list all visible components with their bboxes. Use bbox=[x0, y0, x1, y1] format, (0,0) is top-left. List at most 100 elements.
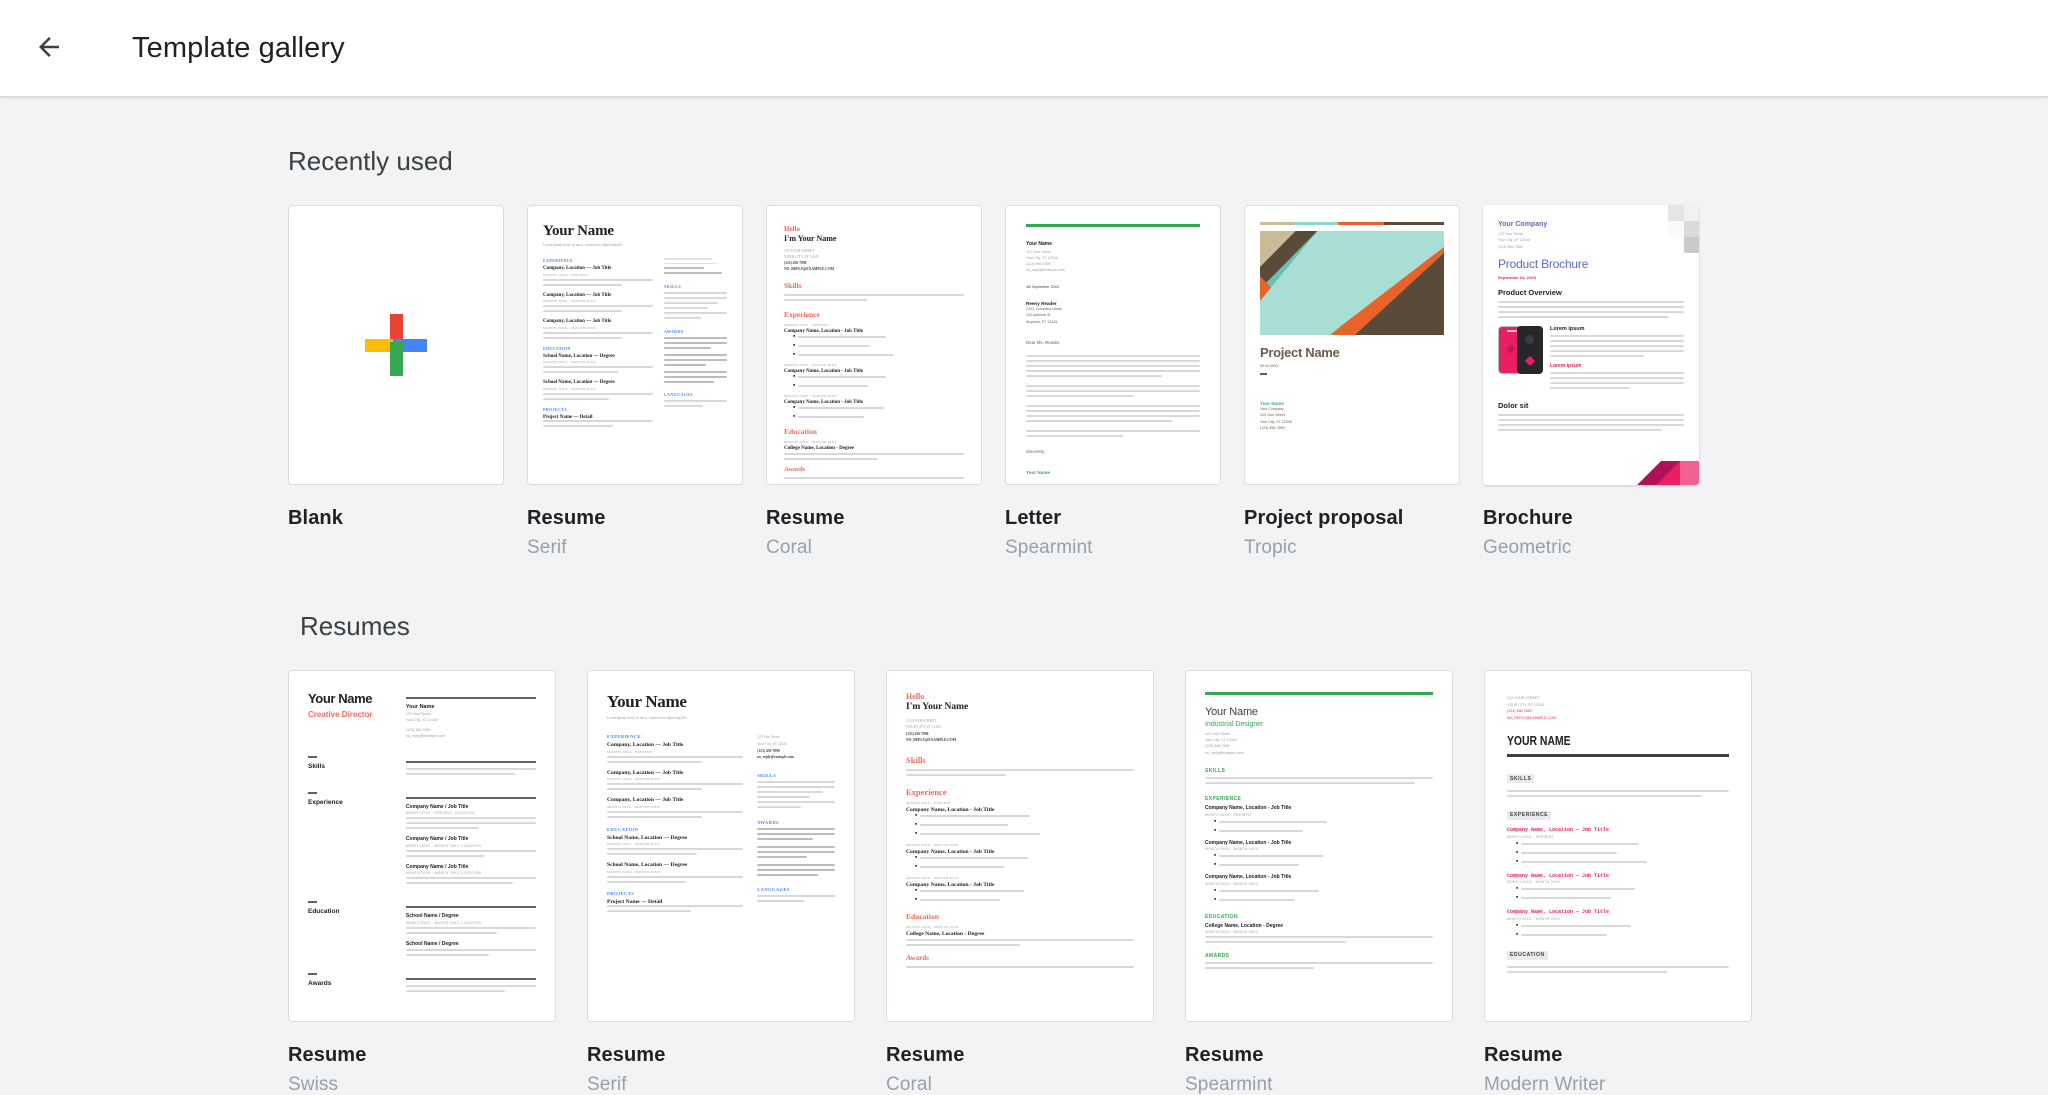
template-thumbnail-resume-modern-writer[interactable]: 123 YOUR STREET YOUR CITY, ST 12345 (123… bbox=[1484, 670, 1752, 1022]
thumb-section-projects: PROJECTS bbox=[543, 406, 568, 412]
template-card-resume-serif[interactable]: Your Name Lorem ipsum dolor sit amet, co… bbox=[527, 205, 743, 559]
template-card-resume-swiss[interactable]: Your Name Creative Director Your Name 12… bbox=[288, 670, 556, 1095]
template-name: Resume bbox=[527, 507, 606, 529]
template-card-resume-coral[interactable]: Hello I'm Your Name 123 YOUR STREET YOUR… bbox=[766, 205, 982, 559]
template-subtitle: Coral bbox=[766, 537, 812, 558]
plus-icon bbox=[365, 314, 427, 376]
thumb-date: MONTH 20XX - MONTH 20XX bbox=[1507, 880, 1561, 885]
thumb-section-skills: Skills bbox=[784, 281, 802, 291]
thumb-entry: Company, Location — Job Title bbox=[543, 292, 612, 298]
page-title: Template gallery bbox=[132, 31, 345, 64]
template-thumbnail-resume-coral-2[interactable]: Hello I'm Your Name 123 YOUR STREET YOUR… bbox=[886, 670, 1154, 1022]
template-row-recently-used: Blank Your Name Lorem ipsum dolor sit am… bbox=[288, 205, 2048, 559]
thumb-sincerely: Sincerely, bbox=[1026, 449, 1045, 455]
template-subtitle: Tropic bbox=[1244, 537, 1297, 558]
thumb-entry: Company, Location — Job Title bbox=[543, 319, 612, 325]
template-card-blank[interactable]: Blank bbox=[288, 205, 504, 559]
template-card-brochure-geometric[interactable]: Your Company 123 Your Street Your City, … bbox=[1483, 205, 1699, 559]
template-subtitle: Coral bbox=[886, 1074, 932, 1095]
thumb-name: YOUR NAME bbox=[1507, 732, 1571, 748]
thumb-date: MONTH 20XX - PRESENT bbox=[607, 749, 653, 754]
template-thumbnail-blank[interactable] bbox=[288, 205, 504, 485]
thumb-project-name: Project Name bbox=[1260, 345, 1340, 360]
thumb-date: September 04, 20XX bbox=[1498, 275, 1537, 281]
thumb-date: MONTH 20XX - PRESENT bbox=[784, 323, 830, 328]
thumb-entry: School Name, Location — Degree bbox=[607, 862, 688, 869]
template-thumbnail-project-proposal-tropic[interactable]: Project Name 09.04.20XX Your Name Your C… bbox=[1244, 205, 1460, 485]
thumb-entry: School Name / Degree bbox=[405, 913, 459, 920]
template-card-resume-spearmint[interactable]: Your Name Industrial Designer 123 Your S… bbox=[1185, 670, 1453, 1095]
thumb-section-education: EDUCATION bbox=[543, 345, 571, 351]
corner-decoration bbox=[1637, 205, 1699, 267]
template-thumbnail-resume-serif[interactable]: Your Name Lorem ipsum dolor sit amet, co… bbox=[527, 205, 743, 485]
template-card-letter-spearmint[interactable]: Your Name 123 Your Street Your City, ST … bbox=[1005, 205, 1221, 559]
thumb-date: MONTH 20XX - PRESENT, LOCATION bbox=[405, 811, 475, 816]
thumb-salutation: Dear Ms. Reader, bbox=[1026, 340, 1061, 346]
thumb-signature: Your Name bbox=[1026, 470, 1050, 476]
template-name: Project proposal bbox=[1244, 507, 1404, 529]
thumb-email: NO_REPLY@EXAMPLE.COM bbox=[1507, 715, 1556, 720]
template-card-resume-coral-2[interactable]: Hello I'm Your Name 123 YOUR STREET YOUR… bbox=[886, 670, 1154, 1095]
thumb-email: no_reply@example.com bbox=[757, 755, 795, 760]
thumb-date: MONTH 20XX - MONTH 20XX bbox=[906, 875, 959, 880]
thumb-entry: College Name, Location - Degree bbox=[784, 446, 855, 452]
thumb-date: MONTH 20XX - MONTH 20XX bbox=[784, 394, 837, 399]
geometric-artwork bbox=[1260, 231, 1444, 335]
template-card-project-proposal-tropic[interactable]: Project Name 09.04.20XX Your Name Your C… bbox=[1244, 205, 1460, 559]
template-subtitle: Geometric bbox=[1483, 537, 1572, 558]
thumb-date: MONTH 20XX - MONTH 20XX bbox=[607, 804, 660, 809]
thumb-hello: Hello bbox=[906, 692, 925, 701]
thumb-section-awards: Awards bbox=[308, 979, 332, 987]
thumb-entry: College Name, Location - Degree bbox=[1205, 922, 1284, 929]
template-thumbnail-brochure-geometric[interactable]: Your Company 123 Your Street Your City, … bbox=[1483, 205, 1699, 485]
thumb-section-awards: AWARDS bbox=[1205, 953, 1230, 960]
thumb-role: Industrial Designer bbox=[1205, 720, 1264, 728]
thumb-role: Creative Director bbox=[308, 710, 373, 720]
template-thumbnail-resume-serif-2[interactable]: Your Name Lorem ipsum dolor sit amet, co… bbox=[587, 670, 855, 1022]
template-name: Resume bbox=[587, 1044, 666, 1066]
section-recently-used: Recently used Blank Your Name Lorem ipsu… bbox=[0, 146, 2048, 559]
thumb-name: I'm Your Name bbox=[784, 234, 837, 243]
app-header: Template gallery bbox=[0, 0, 2048, 96]
template-subtitle: Serif bbox=[587, 1074, 627, 1095]
template-thumbnail-resume-swiss[interactable]: Your Name Creative Director Your Name 12… bbox=[288, 670, 556, 1022]
section-title-recently-used: Recently used bbox=[288, 146, 453, 176]
thumb-date: MONTH 20XX - MONTH 20XX bbox=[906, 842, 959, 847]
thumb-date: MONTH 20XX - MONTH 20XX bbox=[543, 325, 596, 330]
thumb-date: MONTH 20XX - MONTH 20XX bbox=[1205, 847, 1259, 852]
template-subtitle: Spearmint bbox=[1185, 1074, 1273, 1095]
template-subtitle: Modern Writer bbox=[1484, 1074, 1606, 1095]
thumb-date: MONTH 20XX - MONTH 20XX bbox=[1507, 916, 1561, 921]
thumb-entry: Company Name, Location — Job Title bbox=[1507, 827, 1610, 834]
accent-rule bbox=[1205, 692, 1433, 695]
thumb-entry: Company, Location — Job Title bbox=[543, 266, 612, 272]
thumb-entry: Company, Location — Job Title bbox=[607, 742, 684, 749]
thumb-date: MONTH 20XX - PRESENT bbox=[543, 272, 589, 277]
template-thumbnail-letter-spearmint[interactable]: Your Name 123 Your Street Your City, ST … bbox=[1005, 205, 1221, 485]
thumb-entry: Company Name, Location — Job Title bbox=[1507, 872, 1610, 879]
thumb-address: Your City, ST 12345 bbox=[405, 718, 438, 723]
thumb-entry: Company Name, Location - Job Title bbox=[1205, 805, 1292, 812]
thumb-section-education: EDUCATION bbox=[607, 826, 639, 832]
template-name: Resume bbox=[288, 1044, 367, 1066]
thumb-name: Your Name bbox=[543, 223, 614, 239]
template-thumbnail-resume-spearmint[interactable]: Your Name Industrial Designer 123 Your S… bbox=[1185, 670, 1453, 1022]
thumb-email: NO_REPLY@EXAMPLE.COM bbox=[784, 267, 835, 272]
thumb-section-experience: Experience bbox=[308, 798, 343, 806]
thumb-section-languages: LANGUAGES bbox=[757, 886, 790, 892]
template-card-resume-serif-2[interactable]: Your Name Lorem ipsum dolor sit amet, co… bbox=[587, 670, 855, 1095]
arrow-left-icon bbox=[34, 32, 64, 65]
template-card-resume-modern-writer[interactable]: 123 YOUR STREET YOUR CITY, ST 12345 (123… bbox=[1484, 670, 1752, 1095]
thumb-entry: Company Name / Job Title bbox=[405, 803, 469, 810]
thumb-section-education: Education bbox=[308, 908, 340, 916]
thumb-date: MONTH 20XX - PRESENT bbox=[1507, 834, 1554, 839]
template-subtitle: Serif bbox=[527, 537, 567, 558]
thumb-date: MONTH 20XX - MONTH 20XX, LOCATION bbox=[405, 843, 482, 848]
thumb-entry: School Name, Location — Degree bbox=[543, 380, 615, 386]
template-name: Resume bbox=[1484, 1044, 1563, 1066]
thumb-contact-name: Your Name bbox=[405, 704, 435, 710]
back-button[interactable] bbox=[18, 17, 80, 79]
thumb-email: no_reply@example.com bbox=[1026, 268, 1065, 273]
template-thumbnail-resume-coral[interactable]: Hello I'm Your Name 123 YOUR STREET YOUR… bbox=[766, 205, 982, 485]
thumb-entry: Company Name, Location - Job Title bbox=[1205, 839, 1292, 846]
